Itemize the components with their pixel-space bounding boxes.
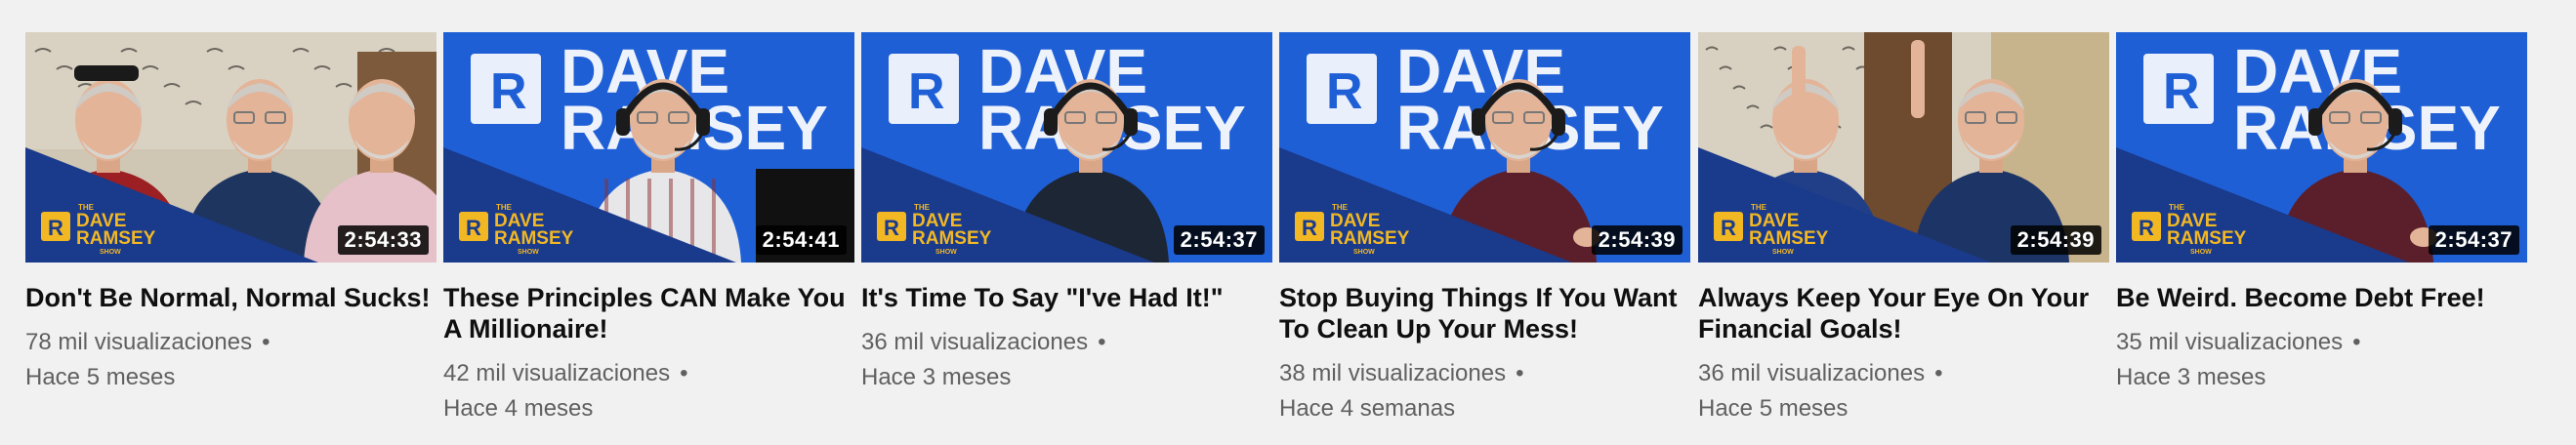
video-meta: 36 mil visualizaciones • Hace 3 meses <box>861 325 1272 395</box>
view-count: 42 mil visualizaciones <box>443 360 671 386</box>
video-thumbnail[interactable]: DAVERAMSEYRRTHEDAVERAMSEYSHOW 2:54:39 <box>1279 32 1690 263</box>
view-count: 38 mil visualizaciones <box>1279 360 1507 386</box>
view-count: 36 mil visualizaciones <box>861 329 1089 355</box>
svg-text:RAMSEY: RAMSEY <box>494 228 574 249</box>
video-title[interactable]: Always Keep Your Eye On Your Financial G… <box>1698 282 2109 344</box>
view-count: 36 mil visualizaciones <box>1698 360 1926 386</box>
svg-text:R: R <box>466 216 481 240</box>
video-card[interactable]: R THE DAVE RAMSEY SHOW 2:54:39 Always Keep Y… <box>1698 32 2109 426</box>
video-card[interactable]: R THE DAVE RAMSEY SHOW 2:54:33 Don't Be Norm… <box>25 32 436 395</box>
video-thumbnail[interactable]: DAVERAMSEYRRTHEDAVERAMSEYSHOW 2:54:37 <box>861 32 1272 263</box>
svg-text:RAMSEY: RAMSEY <box>1330 228 1410 249</box>
svg-text:RAMSEY: RAMSEY <box>76 228 156 249</box>
video-card[interactable]: DAVERAMSEYRRTHEDAVERAMSEYSHOW 2:54:39 St… <box>1279 32 1690 426</box>
video-thumbnail[interactable]: DAVERAMSEYRRTHEDAVERAMSEYSHOW 2:54:41 <box>443 32 854 263</box>
svg-text:R: R <box>884 216 899 240</box>
meta-separator: • <box>680 360 688 386</box>
view-count: 35 mil visualizaciones <box>2116 329 2344 355</box>
video-duration: 2:54:37 <box>2428 225 2519 255</box>
svg-text:RAMSEY: RAMSEY <box>912 228 992 249</box>
upload-age: Hace 3 meses <box>861 364 1012 390</box>
video-card[interactable]: DAVERAMSEYRRTHEDAVERAMSEYSHOW 2:54:41 Th… <box>443 32 854 426</box>
upload-age: Hace 5 meses <box>1698 395 1849 422</box>
svg-text:RAMSEY: RAMSEY <box>1749 228 1829 249</box>
upload-age: Hace 4 meses <box>443 395 594 422</box>
svg-text:R: R <box>490 63 527 120</box>
svg-text:RAMSEY: RAMSEY <box>2167 228 2247 249</box>
svg-text:SHOW: SHOW <box>518 249 539 256</box>
video-meta: 38 mil visualizaciones • Hace 4 semanas <box>1279 356 1690 426</box>
meta-separator: • <box>1098 329 1106 355</box>
meta-separator: • <box>262 329 270 355</box>
video-duration: 2:54:39 <box>2010 225 2101 255</box>
video-thumbnail[interactable]: DAVERAMSEYRRTHEDAVERAMSEYSHOW 2:54:37 <box>2116 32 2527 263</box>
video-meta: 36 mil visualizaciones • Hace 5 meses <box>1698 356 2109 426</box>
svg-text:R: R <box>1721 216 1736 240</box>
video-title[interactable]: Stop Buying Things If You Want To Clean … <box>1279 282 1690 344</box>
svg-text:R: R <box>2139 216 2154 240</box>
svg-text:SHOW: SHOW <box>1353 249 1375 256</box>
video-duration: 2:54:39 <box>1591 225 1683 255</box>
svg-text:SHOW: SHOW <box>1772 249 1794 256</box>
video-card[interactable]: DAVERAMSEYRRTHEDAVERAMSEYSHOW 2:54:37 It… <box>861 32 1272 395</box>
svg-text:SHOW: SHOW <box>2190 249 2212 256</box>
video-thumbnail[interactable]: R THE DAVE RAMSEY SHOW 2:54:33 <box>25 32 436 263</box>
svg-text:R: R <box>908 63 945 120</box>
video-meta: 78 mil visualizaciones • Hace 5 meses <box>25 325 436 395</box>
video-meta: 42 mil visualizaciones • Hace 4 meses <box>443 356 854 426</box>
video-duration: 2:54:41 <box>755 225 847 255</box>
svg-text:R: R <box>2163 63 2200 120</box>
video-title[interactable]: It's Time To Say "I've Had It!" <box>861 282 1272 313</box>
video-thumbnail[interactable]: R THE DAVE RAMSEY SHOW 2:54:39 <box>1698 32 2109 263</box>
video-row: R THE DAVE RAMSEY SHOW 2:54:33 Don't Be Norm… <box>0 0 2576 445</box>
video-card[interactable]: DAVERAMSEYRRTHEDAVERAMSEYSHOW 2:54:37 Be… <box>2116 32 2527 395</box>
video-title[interactable]: Don't Be Normal, Normal Sucks! <box>25 282 436 313</box>
upload-age: Hace 4 semanas <box>1279 395 1456 422</box>
meta-separator: • <box>1934 360 1943 386</box>
video-duration: 2:54:33 <box>337 225 429 255</box>
svg-text:SHOW: SHOW <box>100 249 121 256</box>
svg-text:R: R <box>1302 216 1317 240</box>
svg-text:SHOW: SHOW <box>935 249 957 256</box>
video-duration: 2:54:37 <box>1173 225 1265 255</box>
meta-separator: • <box>1516 360 1524 386</box>
upload-age: Hace 5 meses <box>25 364 176 390</box>
video-title[interactable]: These Principles CAN Make You A Milliona… <box>443 282 854 344</box>
video-meta: 35 mil visualizaciones • Hace 3 meses <box>2116 325 2527 395</box>
video-title[interactable]: Be Weird. Become Debt Free! <box>2116 282 2527 313</box>
svg-text:R: R <box>1326 63 1363 120</box>
upload-age: Hace 3 meses <box>2116 364 2266 390</box>
svg-text:R: R <box>48 216 63 240</box>
meta-separator: • <box>2352 329 2361 355</box>
view-count: 78 mil visualizaciones <box>25 329 253 355</box>
